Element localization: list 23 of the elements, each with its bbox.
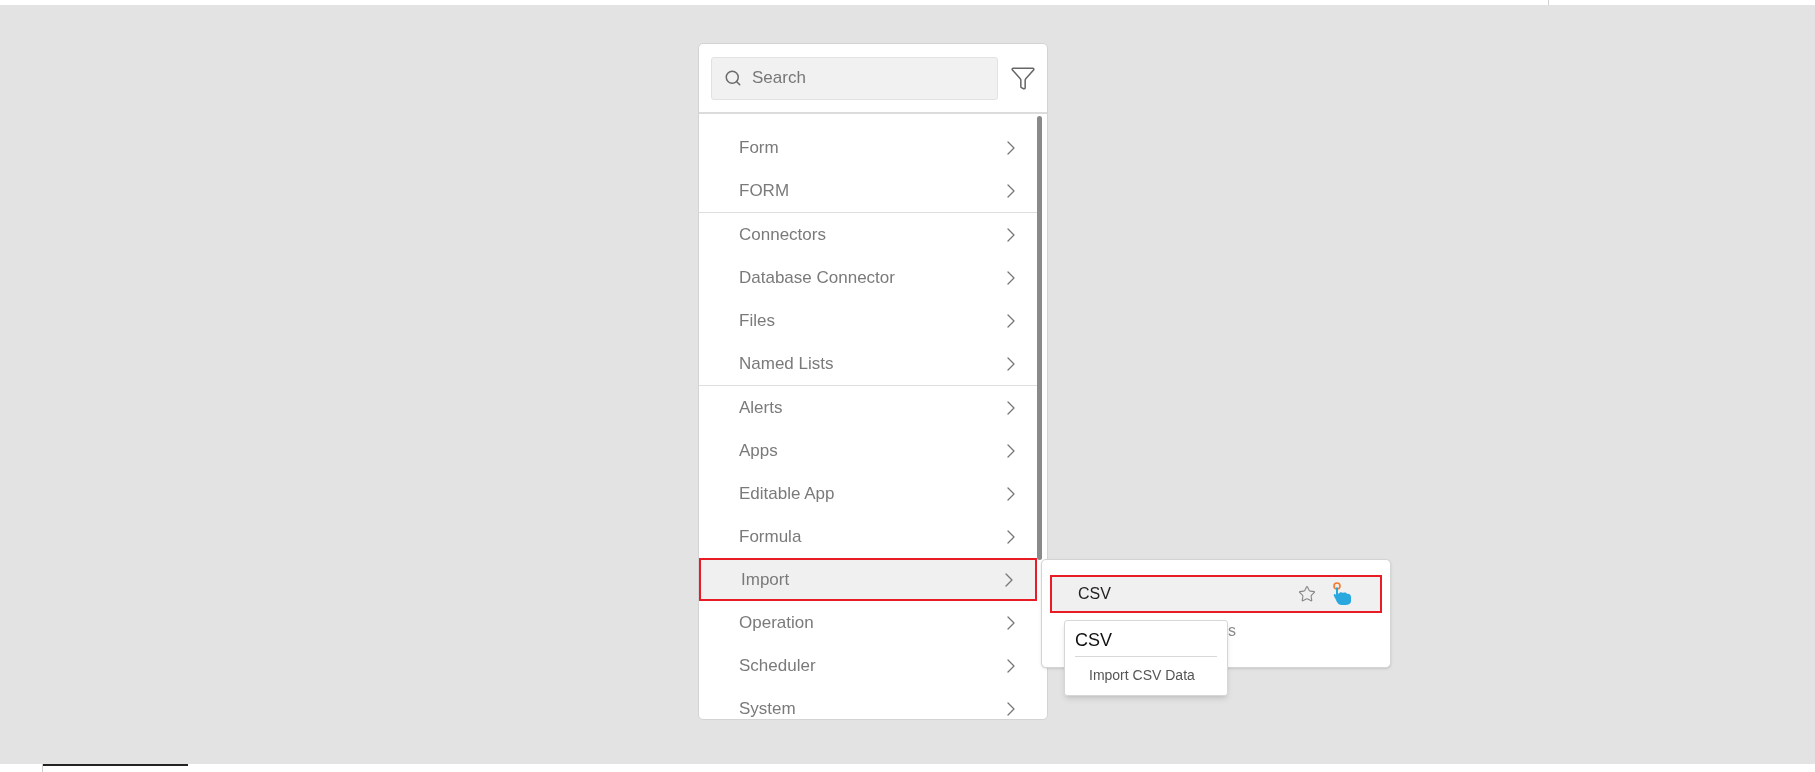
menu-item[interactable]: Editable App — [699, 472, 1037, 515]
menu-item[interactable]: Formula — [699, 515, 1037, 558]
hand-pointer-icon[interactable] — [1332, 582, 1354, 606]
menu-item[interactable]: Apps — [699, 429, 1037, 472]
menu-item[interactable]: Form — [699, 126, 1037, 169]
tooltip-title: CSV — [1075, 627, 1217, 657]
menu-item[interactable]: FORM — [699, 169, 1037, 212]
menu-item[interactable]: Files — [699, 299, 1037, 342]
filter-icon[interactable] — [1010, 65, 1036, 91]
menu-item[interactable]: Named Lists — [699, 342, 1037, 385]
search-field[interactable]: Search — [711, 56, 998, 100]
scrollbar-thumb[interactable] — [1037, 116, 1042, 560]
tooltip-description: Import CSV Data — [1088, 666, 1196, 685]
menu-item[interactable]: Scheduler — [699, 644, 1037, 687]
menu-item[interactable]: Operation — [699, 601, 1037, 644]
menu-item[interactable]: Database Connector — [699, 256, 1037, 299]
star-icon[interactable] — [1298, 585, 1316, 603]
menu-item[interactable]: Import — [699, 558, 1037, 601]
menu-item[interactable]: Alerts — [699, 386, 1037, 429]
menu-item[interactable]: System — [699, 687, 1037, 719]
menu-item[interactable]: Connectors — [699, 213, 1037, 256]
search-icon — [724, 68, 742, 87]
submenu-item[interactable]: CSV — [1050, 575, 1382, 613]
